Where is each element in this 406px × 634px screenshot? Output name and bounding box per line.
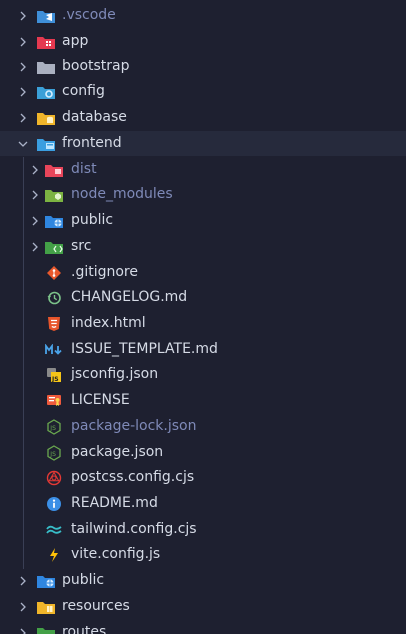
tree-item-issue-template[interactable]: ISSUE_TEMPLATE.md bbox=[0, 337, 406, 362]
tree-item-label: .gitignore bbox=[71, 264, 138, 280]
markdown-icon bbox=[45, 342, 63, 358]
app-folder-icon bbox=[37, 34, 55, 50]
database-folder-icon bbox=[37, 110, 55, 126]
tree-item-jsconfig[interactable]: JS jsconfig.json bbox=[0, 362, 406, 387]
public-folder-icon bbox=[45, 213, 63, 229]
tree-item-label: .vscode bbox=[62, 7, 116, 23]
chevron-right-icon[interactable] bbox=[17, 627, 29, 634]
tree-item-gitignore[interactable]: .gitignore bbox=[0, 260, 406, 285]
tree-item-public[interactable]: public bbox=[0, 208, 406, 233]
tree-item-index-html[interactable]: index.html bbox=[0, 311, 406, 336]
tree-item-package-lock[interactable]: JS package-lock.json bbox=[0, 414, 406, 439]
resources-folder-icon bbox=[37, 599, 55, 615]
tree-item-label: app bbox=[62, 33, 89, 49]
chevron-right-icon[interactable] bbox=[29, 189, 41, 201]
tree-item-label: postcss.config.cjs bbox=[71, 469, 195, 485]
info-icon bbox=[45, 496, 63, 512]
vite-icon bbox=[45, 547, 63, 563]
public-folder-icon bbox=[37, 573, 55, 589]
tree-item-label: vite.config.js bbox=[71, 546, 161, 562]
postcss-icon bbox=[45, 470, 63, 486]
tree-item-database[interactable]: database bbox=[0, 105, 406, 130]
tree-item-label: database bbox=[62, 109, 127, 125]
tree-item-label: public bbox=[71, 212, 114, 228]
git-icon bbox=[45, 265, 63, 281]
tree-item-label: dist bbox=[71, 161, 97, 177]
chevron-right-icon[interactable] bbox=[17, 112, 29, 124]
tree-item-frontend[interactable]: frontend bbox=[0, 131, 406, 156]
html5-icon bbox=[45, 316, 63, 332]
license-icon bbox=[45, 393, 63, 409]
tree-item-src[interactable]: src bbox=[0, 234, 406, 259]
tree-item-routes[interactable]: routes bbox=[0, 620, 406, 634]
vscode-folder-icon bbox=[37, 8, 55, 24]
tree-item-label: routes bbox=[62, 624, 107, 634]
tree-item-label: LICENSE bbox=[71, 392, 130, 408]
chevron-right-icon[interactable] bbox=[17, 601, 29, 613]
tree-item-label: README.md bbox=[71, 495, 158, 511]
src-folder-icon bbox=[45, 239, 63, 255]
svg-text:JS: JS bbox=[49, 425, 56, 432]
tree-item-dist[interactable]: dist bbox=[0, 157, 406, 182]
dist-folder-icon bbox=[45, 162, 63, 178]
nodejs-icon: JS bbox=[45, 444, 63, 461]
tree-item-changelog[interactable]: CHANGELOG.md bbox=[0, 285, 406, 310]
frontend-folder-icon bbox=[37, 136, 55, 152]
config-folder-icon bbox=[37, 84, 55, 100]
nodejs-icon: JS bbox=[45, 418, 63, 435]
file-explorer-tree: .vscode app bootstrap config database fr… bbox=[0, 0, 406, 634]
chevron-right-icon[interactable] bbox=[29, 215, 41, 227]
routes-folder-icon bbox=[37, 625, 55, 634]
tree-item-config[interactable]: config bbox=[0, 79, 406, 104]
tree-item-label: index.html bbox=[71, 315, 146, 331]
svg-text:JS: JS bbox=[49, 451, 56, 458]
changelog-icon bbox=[45, 290, 63, 306]
tree-item-resources[interactable]: resources bbox=[0, 594, 406, 619]
folder-icon bbox=[37, 59, 55, 75]
tree-item-label: public bbox=[62, 572, 105, 588]
svg-text:JS: JS bbox=[51, 376, 59, 383]
tree-item-label: node_modules bbox=[71, 186, 173, 202]
tree-item-tailwind-config[interactable]: tailwind.config.cjs bbox=[0, 517, 406, 542]
tree-item-vscode[interactable]: .vscode bbox=[0, 3, 406, 28]
tree-item-package-json[interactable]: JS package.json bbox=[0, 440, 406, 465]
tree-item-public-root[interactable]: public bbox=[0, 568, 406, 593]
tree-item-label: bootstrap bbox=[62, 58, 130, 74]
chevron-right-icon[interactable] bbox=[17, 575, 29, 587]
chevron-right-icon[interactable] bbox=[17, 36, 29, 48]
tree-item-label: src bbox=[71, 238, 92, 254]
tree-item-app[interactable]: app bbox=[0, 29, 406, 54]
chevron-right-icon[interactable] bbox=[17, 61, 29, 73]
tree-item-license[interactable]: LICENSE bbox=[0, 388, 406, 413]
tree-item-label: frontend bbox=[62, 135, 122, 151]
node-modules-folder-icon bbox=[45, 187, 63, 203]
tree-item-label: config bbox=[62, 83, 105, 99]
tree-item-readme[interactable]: README.md bbox=[0, 491, 406, 516]
tree-item-bootstrap[interactable]: bootstrap bbox=[0, 54, 406, 79]
tree-item-label: jsconfig.json bbox=[71, 366, 159, 382]
tree-item-label: ISSUE_TEMPLATE.md bbox=[71, 341, 218, 357]
chevron-right-icon[interactable] bbox=[29, 164, 41, 176]
tailwind-icon bbox=[45, 522, 63, 538]
tree-item-node-modules[interactable]: node_modules bbox=[0, 182, 406, 207]
chevron-down-icon[interactable] bbox=[17, 138, 29, 150]
tree-item-label: CHANGELOG.md bbox=[71, 289, 188, 305]
tree-item-vite-config[interactable]: vite.config.js bbox=[0, 542, 406, 567]
tree-item-label: resources bbox=[62, 598, 130, 614]
chevron-right-icon[interactable] bbox=[17, 86, 29, 98]
chevron-right-icon[interactable] bbox=[17, 10, 29, 22]
tree-item-label: package.json bbox=[71, 444, 164, 460]
tree-item-label: package-lock.json bbox=[71, 418, 197, 434]
tree-item-postcss-config[interactable]: postcss.config.cjs bbox=[0, 465, 406, 490]
chevron-right-icon[interactable] bbox=[29, 241, 41, 253]
jsconfig-icon: JS bbox=[45, 367, 63, 383]
tree-item-label: tailwind.config.cjs bbox=[71, 521, 197, 537]
